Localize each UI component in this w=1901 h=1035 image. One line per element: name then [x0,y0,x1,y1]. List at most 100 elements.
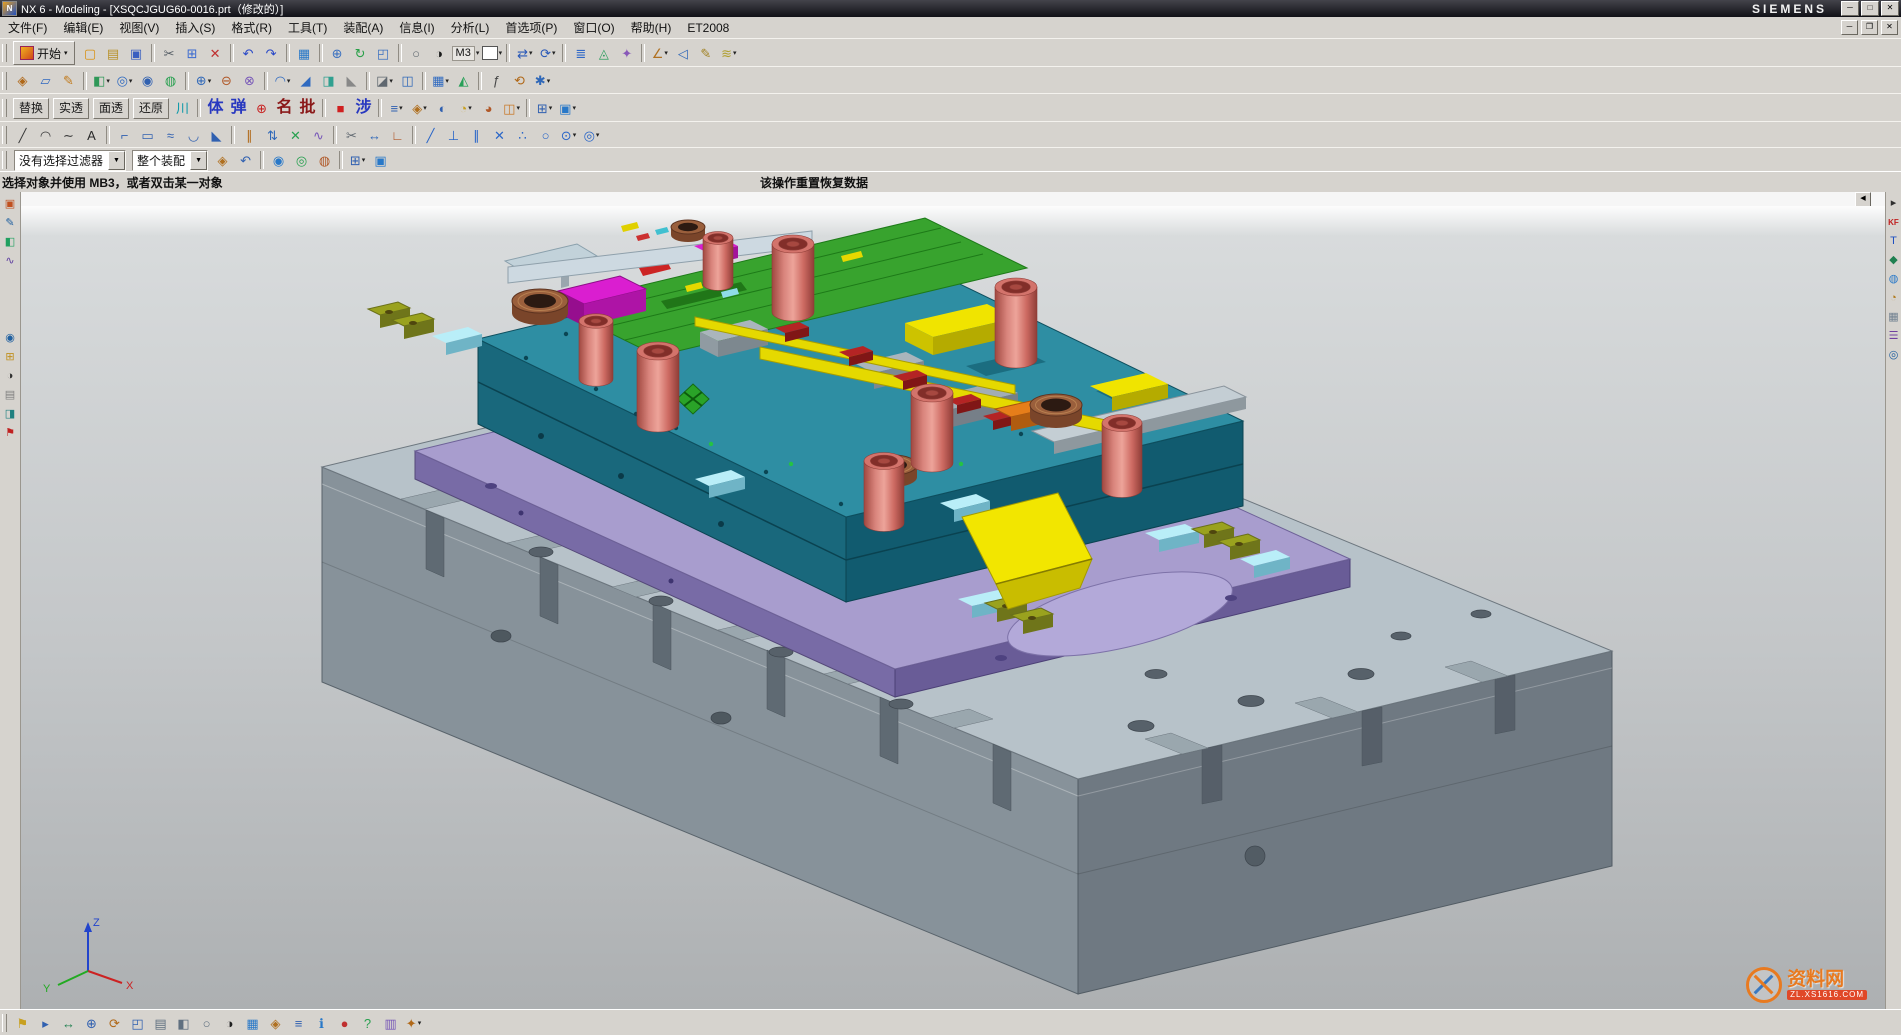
chevron-down-icon[interactable]: ▾ [129,77,133,85]
name-tool-button[interactable]: 名 [274,98,295,118]
palette-layers-icon[interactable]: ▤ [2,387,18,404]
undo-icon[interactable]: ↶ [238,43,259,63]
internet-browser-icon[interactable]: ◍ [1886,271,1901,288]
cut-icon[interactable]: ✂ [159,43,180,63]
project-curve-icon[interactable]: ⇅ [262,125,283,145]
copy-icon[interactable]: ⊞ [182,43,203,63]
toolbar-grip[interactable] [2,126,7,144]
chamfer-icon[interactable]: ◢ [295,71,316,91]
chamfer-curve-icon[interactable]: ◣ [206,125,227,145]
arc-tool-icon[interactable]: ◠ [35,125,56,145]
system-materials-icon[interactable]: ▦ [1886,309,1901,326]
intersect-curve-icon[interactable]: ✕ [285,125,306,145]
helix-curve-icon[interactable]: ∿ [308,125,329,145]
replace-mode-button[interactable]: 替换 [13,98,49,119]
rotate-object-icon[interactable]: ⟳▾ [537,43,558,63]
child-restore-button[interactable]: ❐ [1861,20,1878,35]
child-minimize-button[interactable]: ─ [1841,20,1858,35]
interference-tool-button[interactable]: 涉 [353,98,374,118]
part-cleanup-icon[interactable]: ✱▾ [532,71,553,91]
menu-window[interactable]: 窗口(O) [565,17,622,38]
info-window-icon[interactable]: ℹ [311,1013,332,1033]
red-block-icon[interactable]: ■ [330,98,351,118]
chevron-down-icon[interactable]: ▾ [287,77,291,85]
chevron-down-icon[interactable]: ▾ [106,77,110,85]
hole-icon[interactable]: ◉ [137,71,158,91]
perpendicular-constraint-icon[interactable]: ⊥ [443,125,464,145]
palette-flags-icon[interactable]: ⚑ [2,425,18,442]
chevron-down-icon[interactable]: ▾ [547,77,551,85]
wireframe-display-icon[interactable]: ○ [406,43,427,63]
assembly-load-icon[interactable]: ≣ [570,43,591,63]
body-tool-button[interactable]: 体 [205,98,226,118]
chevron-down-icon[interactable]: ▾ [208,77,212,85]
batch-tool-button[interactable]: 批 [297,98,318,118]
child-close-button[interactable]: ✕ [1881,20,1898,35]
boss-icon[interactable]: ◍ [160,71,181,91]
make-corner-icon[interactable]: ∟ [387,125,408,145]
split-body-icon[interactable]: ◫ [397,71,418,91]
assembly-constraints-icon[interactable]: ◬ [593,43,614,63]
snap-point-icon[interactable]: ◈ [212,150,233,170]
select-tool-icon[interactable]: ▸ [35,1013,56,1033]
expressions-icon[interactable]: ƒ [486,71,507,91]
roles-palette-icon[interactable]: ☰ [1886,328,1901,345]
wireframe-mode-icon[interactable]: ○ [196,1013,217,1033]
toolbar-grip[interactable] [2,72,7,90]
display-block-icon[interactable]: ▣▾ [557,98,578,118]
customize-icon[interactable]: ✦▾ [403,1013,424,1033]
zoom-in-icon[interactable]: ⊕ [327,43,348,63]
text-tool-icon[interactable]: A [81,125,102,145]
show-hide-icon[interactable]: ◔▾ [455,98,476,118]
web-palette-icon[interactable]: ◎ [1886,347,1901,364]
chevron-down-icon[interactable]: ▾ [573,131,577,139]
chevron-down-icon[interactable]: ▾ [499,49,503,57]
wcs-dynamics-icon[interactable]: ◈▾ [409,98,430,118]
menu-help[interactable]: 帮助(H) [623,17,680,38]
delete-icon[interactable]: ✕ [205,43,226,63]
selection-grid-icon[interactable]: ▦ [294,43,315,63]
feature-replay-icon[interactable]: ⟲ [509,71,530,91]
palette-sketch-icon[interactable]: ✎ [2,215,18,232]
datum-csys-icon[interactable]: ◈ [12,71,33,91]
chevron-down-icon[interactable]: ▾ [389,77,393,85]
menu-view[interactable]: 视图(V) [111,17,167,38]
ruler-icon[interactable]: ≋▾ [718,43,739,63]
model-view[interactable]: Z X Y [21,206,1885,1009]
edge-blend-icon[interactable]: ◠▾ [272,71,293,91]
extrude-icon[interactable]: ◧▾ [91,71,112,91]
chevron-down-icon[interactable]: ▾ [572,104,576,112]
knowledge-fusion-icon[interactable]: KF [1886,214,1901,231]
new-file-icon[interactable]: ▢ [80,43,101,63]
command-finder-icon[interactable]: ⚑ [12,1013,33,1033]
shell-icon[interactable]: ◨ [318,71,339,91]
trim-body-icon[interactable]: ◪▾ [374,71,395,91]
shaded-display-icon[interactable]: ◑ [429,43,450,63]
sketch-icon[interactable]: ✎ [58,71,79,91]
palette-tools-icon[interactable]: ▣ [2,196,18,213]
part-navigator-icon[interactable]: T [1886,233,1901,250]
circle-tool-icon[interactable]: ○ [535,125,556,145]
chevron-down-icon[interactable]: ▾ [552,49,556,57]
quick-extend-icon[interactable]: ↔ [364,125,385,145]
point-tool-icon[interactable]: ∴ [512,125,533,145]
menu-analysis[interactable]: 分析(L) [443,17,498,38]
chevron-down-icon[interactable]: ▾ [423,104,427,112]
menu-edit[interactable]: 编辑(E) [55,17,111,38]
immediate-hide-icon[interactable]: ◕ [478,98,499,118]
palette-views-icon[interactable]: ⊞ [2,349,18,366]
fit-all-icon[interactable]: ◰ [127,1013,148,1033]
parallel-constraint-icon[interactable]: ∥ [466,125,487,145]
subtract-icon[interactable]: ⊖ [216,71,237,91]
wcs-toggle-icon[interactable]: ◈ [265,1013,286,1033]
toolbar-grip[interactable] [2,44,7,62]
chevron-down-icon[interactable]: ▾ [664,49,668,57]
grid-display-icon[interactable]: ▦ [242,1013,263,1033]
history-palette-icon[interactable]: ◔ [1886,290,1901,307]
menu-insert[interactable]: 插入(S) [167,17,223,38]
chevron-down-icon[interactable]: ▾ [399,104,403,112]
graphics-window[interactable]: Z X Y 资料网 ZL.XS1616.COM [21,206,1885,1009]
studio-spline-icon[interactable]: ≈ [160,125,181,145]
pattern-feature-icon[interactable]: ▦▾ [430,71,451,91]
ellipse-tool-icon[interactable]: ◎▾ [581,125,602,145]
